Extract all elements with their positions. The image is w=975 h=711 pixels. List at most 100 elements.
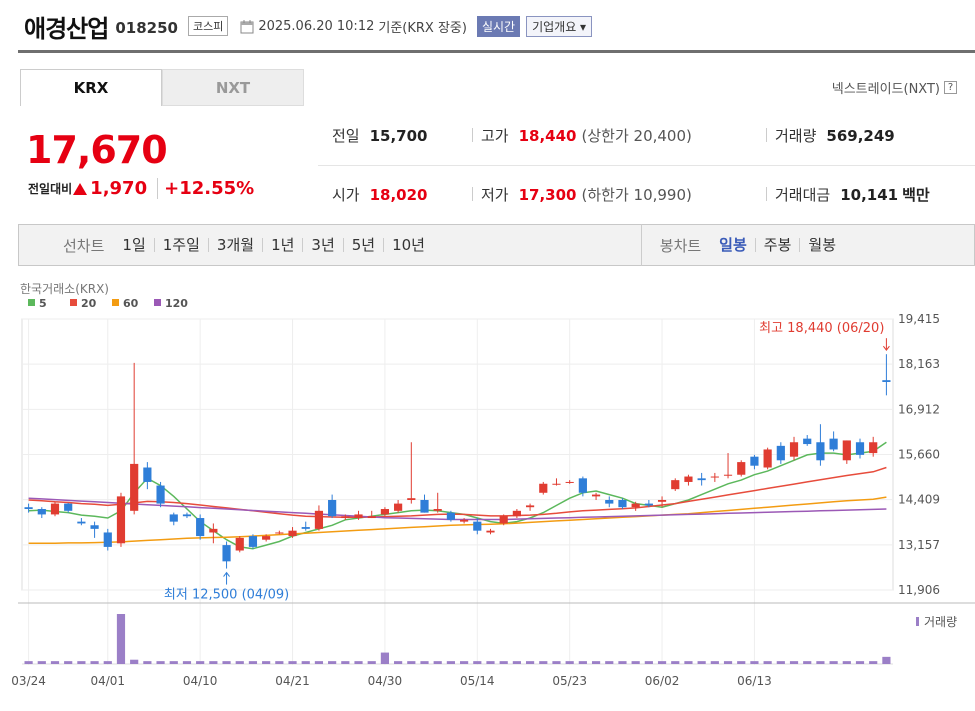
row-divider (318, 165, 975, 166)
divider (472, 187, 473, 201)
volume-bar (116, 614, 126, 664)
realtime-button[interactable]: 실시간 (476, 15, 521, 37)
volume-bar (578, 661, 587, 664)
volume-bar (486, 661, 495, 664)
stat-value: 18,440 (518, 127, 577, 145)
volume-label: 거래량 (924, 615, 957, 629)
y-tick-label: 18,163 (898, 357, 940, 371)
candle (328, 499, 337, 517)
tab-krx[interactable]: KRX (20, 69, 162, 106)
tab-nxt[interactable]: NXT (162, 69, 304, 106)
volume-bar (539, 661, 548, 664)
line-chart-label: 선차트 (63, 236, 105, 255)
candle-weekly[interactable]: 주봉 (754, 238, 800, 253)
candle (222, 545, 231, 562)
volume-bar (671, 661, 680, 664)
candle (37, 509, 46, 515)
volume-bar (130, 659, 139, 664)
volume-bar (103, 661, 112, 664)
candle (156, 485, 165, 504)
period-10y[interactable]: 10년 (383, 238, 433, 253)
nextrade-link[interactable]: 넥스트레이드(NXT) ? (832, 78, 957, 97)
volume-bar (77, 661, 86, 664)
change-label: 전일대비 (28, 182, 73, 196)
period-1w[interactable]: 1주일 (153, 238, 208, 253)
candle (262, 536, 271, 540)
y-tick-label: 14,409 (898, 493, 940, 507)
volume-legend-swatch (916, 617, 919, 626)
divider (766, 128, 767, 142)
volume-bar (631, 661, 640, 664)
stat-value: 15,700 (369, 127, 428, 145)
stock-chart[interactable]: 한국거래소(KRX)5 20 60 120 19,415 18,163 16,912 15,6… (0, 275, 975, 711)
volume-bar (618, 661, 627, 664)
volume-bar (697, 661, 706, 664)
candle (723, 474, 733, 476)
candle (460, 519, 469, 522)
stat-value: 17,300 (518, 186, 577, 204)
volume-bar (367, 661, 376, 664)
nextrade-link-label[interactable]: 넥스트레이드(NXT) (832, 78, 940, 97)
help-icon[interactable]: ? (944, 81, 957, 94)
legend-label: 20 (81, 297, 97, 310)
x-tick-label: 04/30 (368, 674, 403, 688)
stat-high: 고가 18,440 (상한가 20,400) (481, 125, 692, 146)
candle (64, 503, 73, 511)
volume-bar (156, 661, 165, 664)
volume-bar (829, 661, 838, 664)
volume-bar (869, 661, 878, 664)
candle (433, 509, 442, 511)
candle (380, 509, 390, 515)
legend-label: 60 (123, 297, 139, 310)
low-annotation: 최저 12,500 (04/09) (164, 588, 289, 603)
volume-bar (64, 661, 73, 664)
candle (525, 505, 535, 508)
candle-monthly[interactable]: 월봉 (799, 238, 844, 253)
volume-bar (710, 661, 719, 664)
volume-bar (50, 661, 60, 664)
change-value: 1,970 (90, 178, 148, 199)
volume-bar (209, 661, 218, 664)
volume-bar (657, 661, 667, 664)
candle (710, 476, 719, 478)
x-tick-label: 05/14 (460, 674, 495, 688)
period-3y[interactable]: 3년 (302, 238, 342, 253)
candle (829, 438, 838, 450)
candle (182, 514, 192, 517)
period-5y[interactable]: 5년 (342, 238, 383, 253)
legend-swatch (112, 299, 119, 306)
legend-swatch (154, 299, 161, 306)
volume-bar (222, 661, 231, 664)
candle (605, 499, 614, 504)
volume-bar (750, 661, 759, 664)
x-tick-label: 06/13 (737, 674, 772, 688)
divider (766, 187, 767, 201)
candle (367, 516, 376, 519)
period-1y[interactable]: 1년 (262, 238, 302, 253)
candle (341, 516, 350, 519)
candle (90, 525, 99, 529)
candle (235, 537, 244, 551)
candle (855, 442, 865, 455)
candle (314, 510, 324, 529)
candle-daily[interactable]: 일봉 (711, 238, 755, 253)
candle (407, 498, 416, 500)
company-info-button[interactable]: 기업개요 ▾ (526, 15, 593, 37)
candle (776, 445, 785, 461)
volume-bar (446, 661, 455, 664)
candle (789, 442, 799, 457)
legend-label: 120 (165, 297, 188, 310)
candle (169, 514, 178, 522)
stat-sub: (상한가 20,400) (581, 127, 692, 145)
volume-bar (90, 661, 99, 664)
period-1d[interactable]: 1일 (114, 238, 153, 253)
volume-bar (394, 661, 403, 664)
volume-bar (763, 661, 772, 664)
x-tick-label: 03/24 (11, 674, 46, 688)
volume-bar (565, 661, 574, 664)
period-3m[interactable]: 3개월 (207, 238, 262, 253)
volume-bar (235, 661, 244, 664)
legend-label: 5 (39, 297, 47, 310)
volume-bar (789, 661, 799, 664)
candle (77, 521, 86, 524)
